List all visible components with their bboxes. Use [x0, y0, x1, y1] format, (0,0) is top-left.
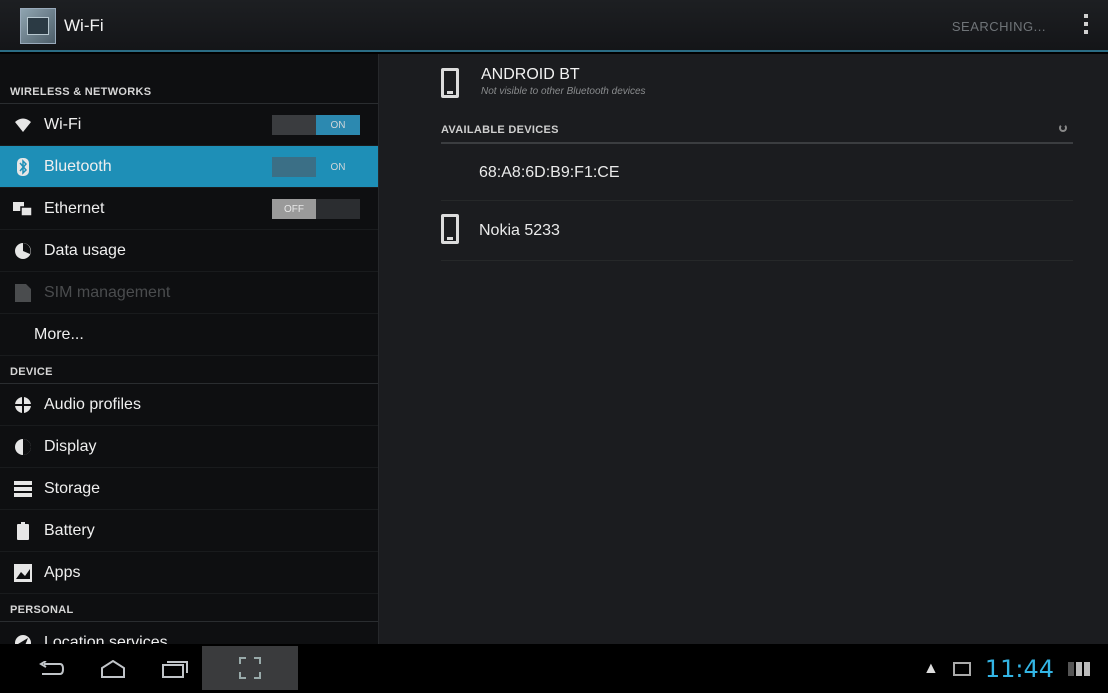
data-usage-icon — [12, 240, 34, 262]
clock: 11:44 — [984, 655, 1054, 683]
settings-app-icon[interactable] — [20, 8, 56, 44]
wifi-icon — [12, 114, 34, 136]
own-device-status: Not visible to other Bluetooth devices — [481, 86, 646, 97]
battery-status-icon — [1068, 662, 1094, 676]
sidebar-item-display[interactable]: Display — [0, 426, 378, 468]
recent-apps-icon[interactable] — [150, 654, 200, 684]
own-device-row[interactable] — [441, 68, 459, 98]
category-personal: PERSONAL — [0, 594, 378, 622]
category-wireless: WIRELESS & NETWORKS — [0, 54, 378, 104]
sidebar-item-label: Location services — [44, 633, 168, 645]
audio-profiles-icon — [12, 394, 34, 416]
battery-icon — [12, 520, 34, 542]
display-icon — [12, 436, 34, 458]
sidebar-item-label: More... — [34, 325, 84, 343]
sidebar-item-battery[interactable]: Battery — [0, 510, 378, 552]
sidebar-item-label: Data usage — [44, 241, 126, 259]
sidebar-item-label: Battery — [44, 521, 95, 539]
sidebar-item-sim-management: SIM management — [0, 272, 378, 314]
phone-icon — [441, 68, 459, 98]
sidebar-item-label: Audio profiles — [44, 395, 141, 413]
system-bar: ▲ 11:44 — [0, 644, 1108, 693]
divider — [441, 200, 1073, 201]
sidebar-item-data-usage[interactable]: Data usage — [0, 230, 378, 272]
sidebar-item-ethernet[interactable]: Ethernet OFF — [0, 188, 378, 230]
back-icon[interactable] — [26, 654, 76, 684]
divider — [441, 260, 1073, 261]
bluetooth-toggle[interactable]: ON — [272, 157, 360, 177]
sidebar-item-location-services[interactable]: Location services — [0, 622, 378, 644]
sidebar-item-bluetooth[interactable]: Bluetooth ON — [0, 146, 378, 188]
sidebar-item-more[interactable]: More... — [0, 314, 378, 356]
sidebar-item-label: Storage — [44, 479, 101, 497]
page-title: Wi-Fi — [64, 16, 104, 35]
device-item-icon-wrap[interactable] — [441, 214, 459, 244]
sidebar-item-storage[interactable]: Storage — [0, 468, 378, 510]
sidebar-item-label: Bluetooth — [44, 157, 112, 175]
searching-button[interactable]: SEARCHING... — [952, 19, 1046, 34]
bluetooth-icon — [12, 156, 34, 178]
available-devices-header: AVAILABLE DEVICES — [441, 124, 1073, 144]
bluetooth-pane: ANDROID BT Not visible to other Bluetoot… — [378, 54, 1108, 644]
sidebar-item-label: Wi-Fi — [44, 115, 82, 133]
own-device-name[interactable]: ANDROID BT — [481, 66, 580, 84]
sidebar-item-label: Display — [44, 437, 97, 455]
sidebar-item-label: SIM management — [44, 283, 171, 301]
sidebar-item-label: Apps — [44, 563, 81, 581]
sim-icon — [12, 282, 34, 304]
settings-sidebar: WIRELESS & NETWORKS Wi-Fi ON Bluetooth O… — [0, 54, 378, 644]
category-device: DEVICE — [0, 356, 378, 384]
device-item[interactable]: Nokia 5233 — [479, 222, 560, 240]
image-notification-icon — [952, 662, 971, 676]
storage-icon — [12, 478, 34, 500]
phone-icon — [441, 214, 459, 244]
location-icon — [12, 632, 34, 644]
sidebar-item-wifi[interactable]: Wi-Fi ON — [0, 104, 378, 146]
status-tray[interactable]: ▲ 11:44 — [923, 654, 1094, 684]
scanning-spinner-icon — [1059, 124, 1067, 132]
action-bar: Wi-Fi SEARCHING... — [0, 0, 1108, 52]
screenshot-icon[interactable] — [202, 646, 298, 690]
ethernet-icon — [12, 198, 34, 220]
overflow-menu-icon[interactable] — [1082, 14, 1090, 38]
home-icon[interactable] — [88, 654, 138, 684]
sidebar-item-apps[interactable]: Apps — [0, 552, 378, 594]
wifi-toggle[interactable]: ON — [272, 115, 360, 135]
ethernet-toggle[interactable]: OFF — [272, 199, 360, 219]
device-item[interactable]: 68:A8:6D:B9:F1:CE — [479, 164, 620, 182]
sidebar-item-label: Ethernet — [44, 199, 105, 217]
sidebar-item-audio-profiles[interactable]: Audio profiles — [0, 384, 378, 426]
warning-icon: ▲ — [922, 660, 939, 677]
apps-icon — [12, 562, 34, 584]
